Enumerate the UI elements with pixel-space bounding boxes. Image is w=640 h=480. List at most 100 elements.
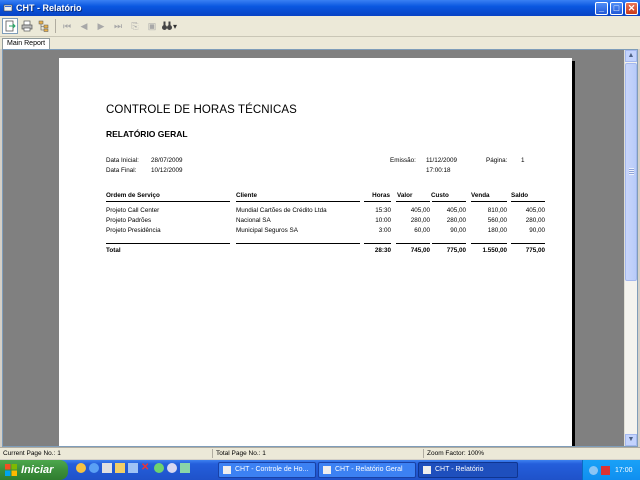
app-icon (323, 466, 331, 474)
status-current-page: Current Page No.: 1 (3, 450, 61, 457)
table-cell-horas: 10:00 (375, 217, 391, 224)
table-cell-custo: 90,00 (450, 227, 466, 234)
pagina-label: Página: (486, 157, 508, 164)
search-text-button[interactable]: ▾ (161, 18, 177, 34)
next-page-icon: ▶ (97, 20, 105, 31)
col-header-custo: Custo (431, 192, 449, 199)
total-valor: 745,00 (410, 247, 430, 254)
table-cell-horas: 3:00 (378, 227, 391, 234)
table-cell-cliente: Mundial Cartões de Crédito Ltda (236, 207, 327, 214)
emissao-date: 11/12/2009 (426, 157, 458, 164)
header-underline (511, 201, 545, 202)
pagina-value: 1 (521, 157, 525, 164)
window-title: CHT - Relatório (16, 3, 82, 13)
header-underline (106, 201, 230, 202)
taskbar-item[interactable]: CHT - Relatório Geral (318, 462, 416, 478)
quick-launch-icon[interactable] (76, 463, 86, 473)
network-icon[interactable] (589, 465, 598, 475)
stop-icon: ▣ (147, 20, 157, 31)
scroll-thumb[interactable] (625, 63, 637, 281)
close-icon[interactable]: ✕ (141, 463, 151, 473)
quick-launch-icon[interactable] (167, 463, 177, 473)
taskbar-item-label: CHT - Controle de Ho... (235, 466, 309, 473)
previous-page-icon: ◀ (80, 20, 88, 31)
app-icon (3, 4, 13, 12)
app-icon (223, 466, 231, 474)
col-header-venda: Venda (471, 192, 490, 199)
close-button[interactable]: ✕ (625, 1, 638, 15)
header-underline (236, 201, 360, 202)
scroll-down-icon[interactable]: ▼ (625, 434, 637, 446)
table-cell-saldo: 405,00 (525, 207, 545, 214)
stop-button[interactable]: ▣ (144, 18, 160, 34)
report-viewer[interactable]: CONTROLE DE HORAS TÉCNICAS RELATÓRIO GER… (2, 49, 638, 447)
ie-icon[interactable] (89, 463, 99, 473)
folder-icon[interactable] (115, 463, 125, 473)
quick-launch-icon[interactable] (154, 463, 164, 473)
next-page-button[interactable]: ▶ (93, 18, 109, 34)
quick-launch-icon[interactable] (102, 463, 112, 473)
clock[interactable]: 17:00 (615, 467, 633, 474)
quick-launch: ✕ (76, 463, 190, 473)
tab-main-report[interactable]: Main Report (2, 38, 51, 49)
total-venda: 1.550,00 (482, 247, 507, 254)
last-page-button[interactable]: ⏭ (110, 18, 126, 34)
total-line (396, 243, 430, 244)
data-final-label: Data Final: (106, 167, 137, 174)
taskbar-item-label: CHT - Relatório (435, 466, 484, 473)
table-cell-custo: 405,00 (446, 207, 466, 214)
first-page-icon: ⏮ (62, 20, 72, 31)
total-saldo: 775,00 (525, 247, 545, 254)
status-total-page: Total Page No.: 1 (216, 450, 266, 457)
vertical-scrollbar[interactable]: ▲ ▼ (624, 50, 637, 446)
table-cell-saldo: 280,00 (525, 217, 545, 224)
tab-strip: Main Report (0, 37, 640, 49)
col-header-horas: Horas (372, 192, 390, 199)
report-title: CONTROLE DE HORAS TÉCNICAS (106, 104, 297, 116)
data-final-value: 10/12/2009 (151, 167, 183, 174)
table-cell-venda: 810,00 (487, 207, 507, 214)
viewer-toolbar: ⏮ ◀ ▶ ⏭ ⎘ ▣ ▾ (0, 16, 640, 37)
group-tree-button[interactable] (36, 18, 52, 34)
total-line (106, 243, 230, 244)
total-label: Total (106, 247, 121, 254)
table-cell-valor: 405,00 (410, 207, 430, 214)
total-line (236, 243, 360, 244)
total-line (511, 243, 545, 244)
col-header-cliente: Cliente (236, 192, 257, 199)
header-underline (471, 201, 507, 202)
scroll-up-icon[interactable]: ▲ (625, 50, 637, 62)
binoculars-icon (161, 21, 172, 30)
print-button[interactable] (19, 18, 35, 34)
maximize-button[interactable]: □ (610, 1, 623, 15)
previous-page-button[interactable]: ◀ (76, 18, 92, 34)
taskbar-item-active[interactable]: CHT - Relatório (418, 462, 518, 478)
table-cell-ordem: Projeto Padrões (106, 217, 152, 224)
emissao-time: 17:00:18 (426, 167, 451, 174)
taskbar-item[interactable]: CHT - Controle de Ho... (218, 462, 316, 478)
header-underline (432, 201, 466, 202)
system-tray: 17:00 (582, 460, 640, 480)
tree-icon (38, 20, 49, 32)
goto-page-button[interactable]: ⎘ (127, 18, 143, 34)
taskbar-item-label: CHT - Relatório Geral (335, 466, 403, 473)
quick-launch-icon[interactable] (180, 463, 190, 473)
first-page-button[interactable]: ⏮ (59, 18, 75, 34)
table-cell-valor: 280,00 (410, 217, 430, 224)
app-icon (423, 466, 431, 474)
minimize-button[interactable]: _ (595, 1, 608, 15)
table-cell-cliente: Municipal Seguros SA (236, 227, 298, 234)
report-subtitle: RELATÓRIO GERAL (106, 129, 188, 139)
quick-launch-icon[interactable] (128, 463, 138, 473)
last-page-icon: ⏭ (113, 20, 123, 31)
table-cell-venda: 180,00 (487, 227, 507, 234)
table-cell-saldo: 90,00 (529, 227, 545, 234)
start-button[interactable]: Iniciar (0, 460, 68, 480)
table-cell-venda: 560,00 (487, 217, 507, 224)
chevron-down-icon: ▾ (172, 21, 177, 31)
total-line (432, 243, 466, 244)
status-bar: Current Page No.: 1 Total Page No.: 1 Zo… (0, 447, 640, 459)
table-cell-custo: 280,00 (446, 217, 466, 224)
antivirus-icon[interactable] (601, 465, 610, 475)
export-button[interactable] (2, 18, 18, 34)
